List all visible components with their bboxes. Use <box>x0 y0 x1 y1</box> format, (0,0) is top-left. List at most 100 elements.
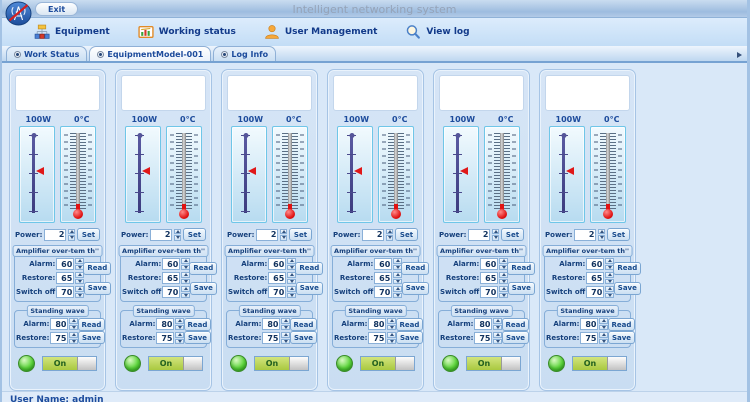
amplifier-restore-input[interactable] <box>268 272 286 284</box>
spin-down-button[interactable] <box>287 279 296 285</box>
spin-down-button[interactable] <box>386 235 393 241</box>
amplifier-switch-off-input[interactable] <box>162 286 180 298</box>
spin-down-button[interactable] <box>605 293 614 299</box>
amplifier-restore-input[interactable] <box>374 272 392 284</box>
power-set-button[interactable]: Set <box>77 228 100 241</box>
standing-wave-alarm-input[interactable] <box>474 318 492 330</box>
standing-wave-read-button[interactable]: Read <box>502 318 530 331</box>
toggle-thumb[interactable] <box>77 357 96 370</box>
power-switch-toggle[interactable]: On <box>42 356 97 371</box>
standing-wave-restore-input[interactable] <box>474 332 492 344</box>
standing-wave-restore-input[interactable] <box>156 332 174 344</box>
standing-wave-restore-input[interactable] <box>580 332 598 344</box>
spin-down-button[interactable] <box>75 279 84 285</box>
tab-log-info[interactable]: Log Info <box>213 46 276 61</box>
power-input[interactable] <box>256 229 278 241</box>
amplifier-switch-off-input[interactable] <box>268 286 286 298</box>
toggle-thumb[interactable] <box>183 357 202 370</box>
amplifier-switch-off-input[interactable] <box>480 286 498 298</box>
spin-down-button[interactable] <box>492 235 499 241</box>
amplifier-read-button[interactable]: Read <box>401 262 429 275</box>
standing-wave-save-button[interactable]: Save <box>78 331 105 344</box>
amplifier-alarm-input[interactable] <box>586 258 604 270</box>
toolbar-item-view-log[interactable]: View log <box>405 24 469 40</box>
amplifier-restore-input[interactable] <box>162 272 180 284</box>
power-set-button[interactable]: Set <box>183 228 206 241</box>
spin-down-button[interactable] <box>75 293 84 299</box>
spin-up-button[interactable] <box>492 229 499 235</box>
standing-wave-save-button[interactable]: Save <box>290 331 317 344</box>
standing-wave-restore-input[interactable] <box>50 332 68 344</box>
spin-up-button[interactable] <box>287 286 296 292</box>
power-input[interactable] <box>44 229 66 241</box>
standing-wave-save-button[interactable]: Save <box>396 331 423 344</box>
spin-down-button[interactable] <box>598 235 605 241</box>
power-switch-toggle[interactable]: On <box>148 356 203 371</box>
power-switch-toggle[interactable]: On <box>466 356 521 371</box>
spin-down-button[interactable] <box>280 235 287 241</box>
standing-wave-save-button[interactable]: Save <box>502 331 529 344</box>
spin-up-button[interactable] <box>280 229 287 235</box>
toggle-thumb[interactable] <box>607 357 626 370</box>
amplifier-save-button[interactable]: Save <box>296 282 323 295</box>
standing-wave-alarm-input[interactable] <box>156 318 174 330</box>
spin-up-button[interactable] <box>386 229 393 235</box>
toolbar-item-user-management[interactable]: User Management <box>264 24 378 40</box>
standing-wave-read-button[interactable]: Read <box>608 318 636 331</box>
spin-down-button[interactable] <box>287 293 296 299</box>
spin-up-button[interactable] <box>605 286 614 292</box>
amplifier-restore-input[interactable] <box>480 272 498 284</box>
tab-scroll-button[interactable] <box>735 50 744 59</box>
standing-wave-read-button[interactable]: Read <box>396 318 424 331</box>
spin-up-button[interactable] <box>499 286 508 292</box>
power-set-button[interactable]: Set <box>501 228 524 241</box>
standing-wave-restore-input[interactable] <box>262 332 280 344</box>
tab-equipment-model-001[interactable]: EquipmentModel-001 <box>89 46 211 61</box>
amplifier-save-button[interactable]: Save <box>190 282 217 295</box>
standing-wave-save-button[interactable]: Save <box>184 331 211 344</box>
spin-down-button[interactable] <box>499 293 508 299</box>
amplifier-save-button[interactable]: Save <box>402 282 429 295</box>
spin-down-button[interactable] <box>181 293 190 299</box>
amplifier-restore-input[interactable] <box>586 272 604 284</box>
amplifier-read-button[interactable]: Read <box>295 262 323 275</box>
standing-wave-read-button[interactable]: Read <box>78 318 106 331</box>
amplifier-read-button[interactable]: Read <box>613 262 641 275</box>
amplifier-save-button[interactable]: Save <box>84 282 111 295</box>
power-switch-toggle[interactable]: On <box>254 356 309 371</box>
power-input[interactable] <box>150 229 172 241</box>
spin-down-button[interactable] <box>605 279 614 285</box>
spin-up-button[interactable] <box>75 286 84 292</box>
standing-wave-save-button[interactable]: Save <box>608 331 635 344</box>
toggle-thumb[interactable] <box>501 357 520 370</box>
standing-wave-alarm-input[interactable] <box>580 318 598 330</box>
power-switch-toggle[interactable]: On <box>360 356 415 371</box>
amplifier-save-button[interactable]: Save <box>614 282 641 295</box>
amplifier-read-button[interactable]: Read <box>507 262 535 275</box>
standing-wave-read-button[interactable]: Read <box>184 318 212 331</box>
spin-down-button[interactable] <box>499 279 508 285</box>
amplifier-alarm-input[interactable] <box>56 258 74 270</box>
toolbar-item-equipment[interactable]: Equipment <box>34 24 110 40</box>
standing-wave-read-button[interactable]: Read <box>290 318 318 331</box>
amplifier-switch-off-input[interactable] <box>374 286 392 298</box>
power-input[interactable] <box>362 229 384 241</box>
tab-work-status[interactable]: Work Status <box>6 46 87 61</box>
toggle-thumb[interactable] <box>289 357 308 370</box>
power-set-button[interactable]: Set <box>289 228 312 241</box>
standing-wave-alarm-input[interactable] <box>50 318 68 330</box>
amplifier-switch-off-input[interactable] <box>586 286 604 298</box>
spin-down-button[interactable] <box>174 235 181 241</box>
standing-wave-restore-input[interactable] <box>368 332 386 344</box>
spin-up-button[interactable] <box>68 229 75 235</box>
spin-down-button[interactable] <box>393 293 402 299</box>
power-input[interactable] <box>468 229 490 241</box>
amplifier-read-button[interactable]: Read <box>83 262 111 275</box>
spin-down-button[interactable] <box>393 279 402 285</box>
toggle-thumb[interactable] <box>395 357 414 370</box>
spin-down-button[interactable] <box>68 235 75 241</box>
amplifier-restore-input[interactable] <box>56 272 74 284</box>
amplifier-read-button[interactable]: Read <box>189 262 217 275</box>
amplifier-switch-off-input[interactable] <box>56 286 74 298</box>
standing-wave-alarm-input[interactable] <box>262 318 280 330</box>
